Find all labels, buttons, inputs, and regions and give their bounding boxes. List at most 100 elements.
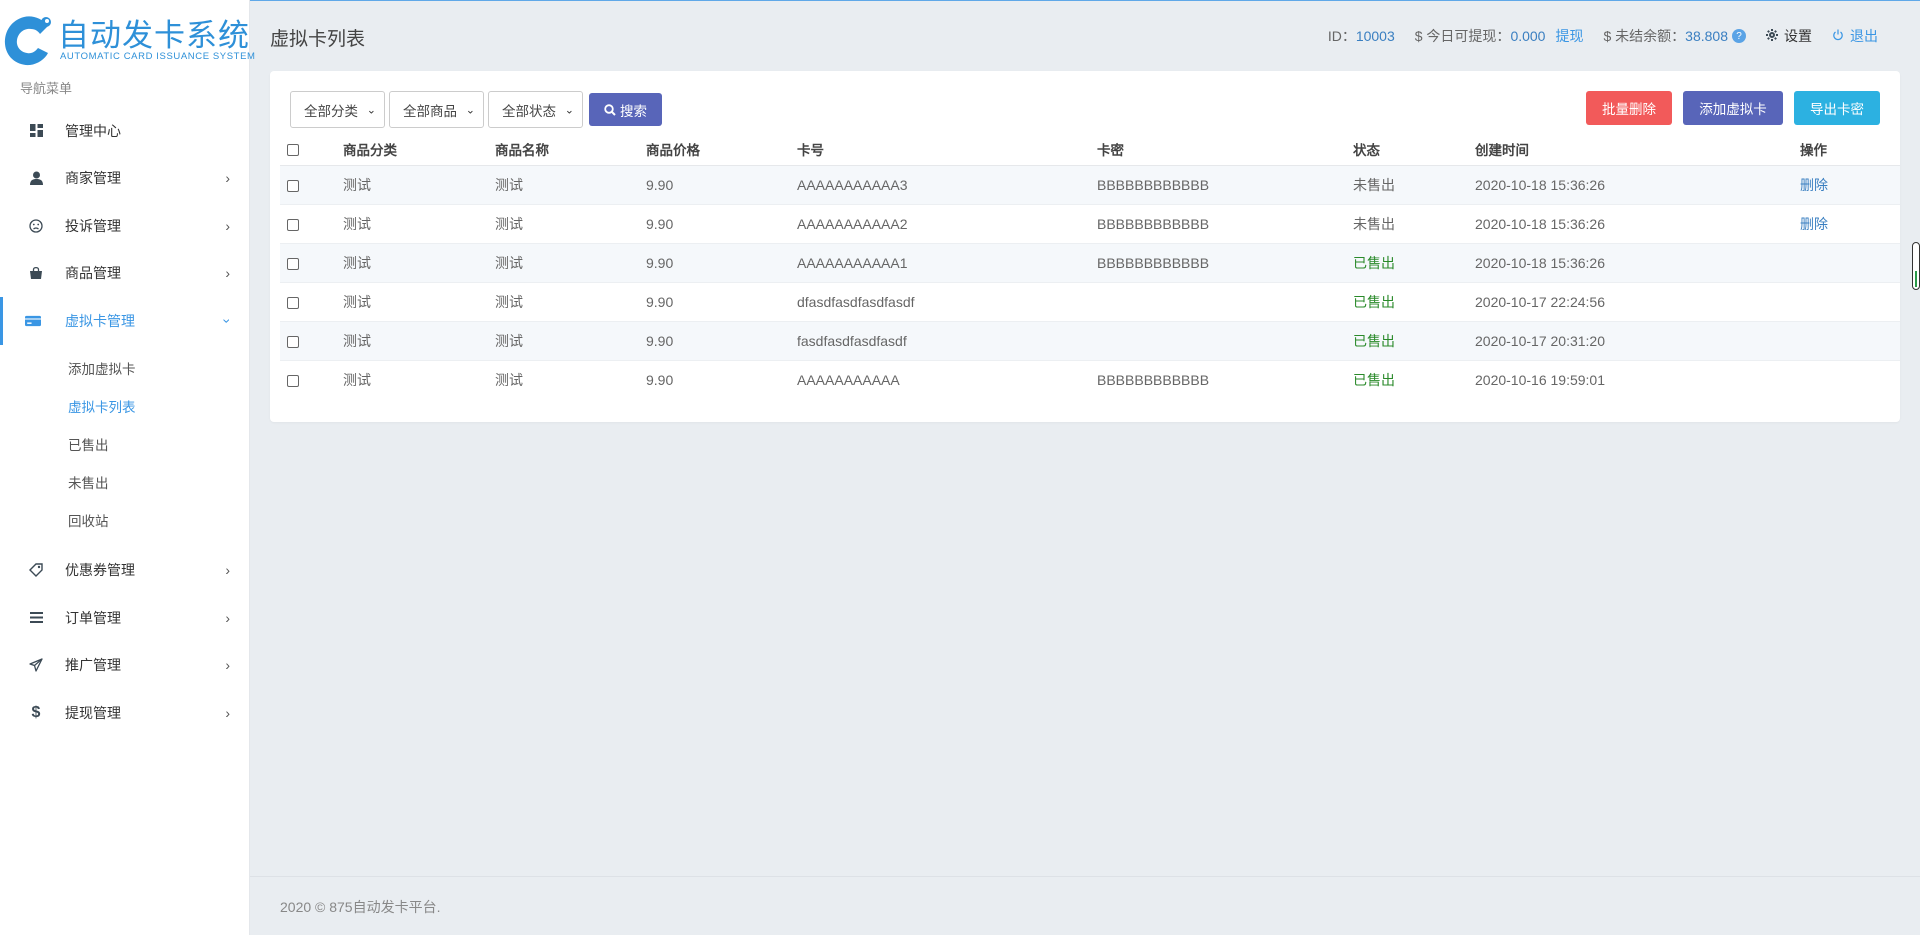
cell-price: 9.90: [646, 332, 674, 349]
page-title: 虚拟卡列表: [270, 29, 366, 50]
sidebar: 自动发卡系统 AUTOMATIC CARD ISSUANCE SYSTEM 导航…: [0, 0, 255, 935]
cell-category: 测试: [343, 332, 371, 349]
row-checkbox[interactable]: [287, 375, 299, 388]
cell-created-at: 2020-10-18 15:36:26: [1475, 176, 1605, 193]
category-select[interactable]: 全部分类 ⌄: [290, 91, 385, 128]
cell-category: 测试: [343, 371, 371, 388]
product-select[interactable]: 全部商品 ⌄: [389, 91, 484, 128]
logo-mark-icon: [4, 16, 51, 66]
sidebar-item-virtual-cards[interactable]: 虚拟卡管理 ›: [0, 297, 250, 345]
table-row: 测试 测试 9.90 AAAAAAAAAAA BBBBBBBBBBBB 已售出 2020-1…: [280, 360, 1900, 399]
table-row: 测试 测试 9.90 AAAAAAAAAAA1 BBBBBBBBBBBB 已售出 2020-…: [280, 243, 1900, 283]
sidebar-item-complaints[interactable]: 投诉管理 ›: [0, 202, 250, 250]
unsettled-balance: $ 未结余额： 38.808 ?: [1603, 26, 1746, 46]
cell-card-number: AAAAAAAAAAA: [797, 371, 900, 388]
cell-delete-link[interactable]: 删除: [1800, 177, 1828, 193]
cell-product-name: 测试: [495, 293, 523, 310]
sidebar-nav: 管理中心 商家管理 › 投诉管理 › 商品管理 › 虚拟卡管理 › 添加虚拟卡 …: [0, 107, 250, 737]
submenu-card-list[interactable]: 虚拟卡列表: [0, 389, 250, 427]
sidebar-item-label: 虚拟卡管理: [65, 312, 135, 329]
add-card-button[interactable]: 添加虚拟卡: [1683, 91, 1783, 125]
top-header: 虚拟卡列表 ID： 10003 $ 今日可提现： 0.000 提现 $ 未结余额…: [250, 0, 1920, 70]
sidebar-item-orders[interactable]: 订单管理 ›: [0, 594, 250, 642]
batch-delete-button[interactable]: 批量删除: [1586, 91, 1672, 125]
status-select[interactable]: 全部状态 ⌄: [488, 91, 583, 128]
sidebar-item-coupons[interactable]: 优惠券管理 ›: [0, 547, 250, 595]
logout-link[interactable]: 退出: [1832, 26, 1878, 46]
cell-price: 9.90: [646, 293, 674, 310]
submenu-add-card[interactable]: 添加虚拟卡: [0, 351, 250, 389]
search-icon: [604, 103, 616, 116]
scrollbar-thumb[interactable]: [1912, 242, 1920, 290]
sidebar-item-promotion[interactable]: 推广管理 ›: [0, 642, 250, 690]
select-all-checkbox[interactable]: [287, 143, 299, 156]
sidebar-item-label: 订单管理: [65, 609, 121, 626]
dashboard-icon: [28, 123, 44, 139]
cell-category: 测试: [343, 176, 371, 193]
sidebar-item-merchants[interactable]: 商家管理 ›: [0, 155, 250, 203]
sidebar-item-label: 提现管理: [65, 704, 121, 721]
table-row: 测试 测试 9.90 AAAAAAAAAAA2 BBBBBBBBBBBB 未售出 2020-…: [280, 204, 1900, 244]
cell-price: 9.90: [646, 176, 674, 193]
cell-status: 已售出: [1353, 371, 1395, 388]
filter-bar: 全部分类 ⌄ 全部商品 ⌄ 全部状态 ⌄ 搜索: [290, 91, 662, 128]
submenu-unsold[interactable]: 未售出: [0, 465, 250, 503]
column-header: 商品名称: [495, 133, 646, 166]
virtual-card-submenu: 添加虚拟卡 虚拟卡列表 已售出 未售出 回收站: [0, 345, 250, 547]
sidebar-item-products[interactable]: 商品管理 ›: [0, 250, 250, 298]
action-buttons: 批量删除 添加虚拟卡 导出卡密: [1586, 91, 1880, 125]
card-list-panel: 全部分类 ⌄ 全部商品 ⌄ 全部状态 ⌄ 搜索 批量删除 添加虚拟卡 导出卡密 …: [270, 71, 1900, 422]
logo[interactable]: 自动发卡系统 AUTOMATIC CARD ISSUANCE SYSTEM: [0, 6, 255, 70]
row-checkbox[interactable]: [287, 179, 299, 192]
chevron-right-icon: ›: [225, 217, 230, 234]
row-checkbox[interactable]: [287, 218, 299, 231]
cell-status: 已售出: [1353, 332, 1395, 349]
list-icon: [28, 610, 44, 626]
id-label: ID：: [1327, 28, 1356, 44]
sidebar-item-label: 推广管理: [65, 657, 121, 674]
column-header: 操作: [1800, 133, 1900, 166]
column-header: 创建时间: [1475, 133, 1800, 166]
footer: 2020 © 875自动发卡平台.: [250, 876, 1920, 935]
cell-card-number: AAAAAAAAAAA1: [797, 254, 908, 271]
footer-text: 2020 © 875自动发卡平台.: [280, 899, 441, 915]
chevron-right-icon: ›: [225, 170, 230, 187]
help-icon[interactable]: ?: [1732, 29, 1746, 43]
sidebar-item-withdrawals[interactable]: $ 提现管理 ›: [0, 689, 250, 737]
cell-delete-link[interactable]: 删除: [1800, 216, 1828, 232]
cell-price: 9.90: [646, 254, 674, 271]
submenu-recycle-bin[interactable]: 回收站: [0, 503, 250, 541]
cell-product-name: 测试: [495, 254, 523, 271]
export-button[interactable]: 导出卡密: [1794, 91, 1880, 125]
submenu-sold[interactable]: 已售出: [0, 427, 250, 465]
search-button[interactable]: 搜索: [589, 93, 662, 126]
chevron-right-icon: ›: [225, 265, 230, 282]
column-header: 商品分类: [343, 133, 495, 166]
withdrawable-value: 0.000: [1510, 28, 1546, 44]
cell-product-name: 测试: [495, 332, 523, 349]
cell-created-at: 2020-10-18 15:36:26: [1475, 254, 1605, 271]
cell-status: 已售出: [1353, 293, 1395, 310]
chevron-down-icon: ⌄: [564, 104, 574, 116]
dollar-icon: $: [31, 703, 41, 721]
row-checkbox[interactable]: [287, 257, 299, 270]
chevron-down-icon: ⌄: [465, 104, 475, 116]
chevron-right-icon: ›: [225, 704, 230, 721]
logout-label: 退出: [1850, 28, 1878, 44]
id-value: 10003: [1355, 28, 1395, 44]
sidebar-item-label: 商品管理: [65, 265, 121, 282]
table-row: 测试 测试 9.90 fasdfasdfasdfasdf 已售出 2020-10-17 2…: [280, 321, 1900, 361]
card-table: 商品分类 商品名称 商品价格 卡号 卡密 状态 创建时间 操作 测试 测试 9.90…: [280, 133, 1900, 399]
cell-created-at: 2020-10-18 15:36:26: [1475, 215, 1605, 232]
sidebar-item-dashboard[interactable]: 管理中心: [0, 107, 250, 155]
withdraw-link[interactable]: 提现: [1555, 26, 1583, 46]
row-checkbox[interactable]: [287, 296, 299, 309]
settings-link[interactable]: 设置: [1766, 26, 1812, 46]
chevron-right-icon: ›: [225, 609, 230, 626]
tag-icon: [28, 562, 44, 578]
gear-icon: [1766, 28, 1778, 44]
column-header: 状态: [1353, 133, 1475, 166]
sidebar-item-label: 优惠券管理: [65, 562, 135, 579]
cell-category: 测试: [343, 293, 371, 310]
row-checkbox[interactable]: [287, 335, 299, 348]
